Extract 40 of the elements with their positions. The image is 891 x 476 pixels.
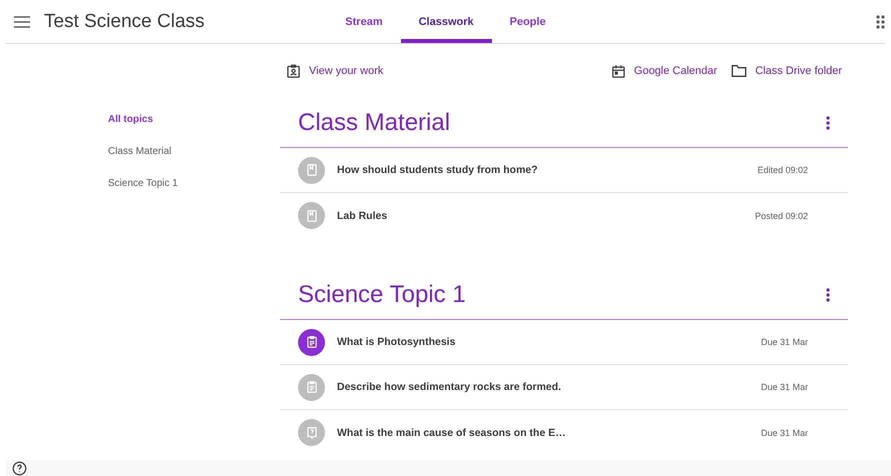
item-title: Lab Rules [337, 210, 388, 222]
more-options-icon[interactable] [826, 288, 830, 302]
topic-link[interactable]: All topics [108, 114, 280, 125]
item-date: Posted 09:02 [754, 210, 808, 220]
bookmark-page-icon [304, 163, 318, 177]
topic-title: Science Topic 1 [298, 280, 466, 308]
view-work-link[interactable]: View your work [286, 64, 384, 78]
badge-person-icon [286, 64, 301, 78]
item-date: Due 31 Mar [760, 428, 808, 438]
item-date: Due 31 Mar [760, 337, 808, 347]
calendar-link[interactable]: Google Calendar [611, 64, 718, 78]
topic-link[interactable]: Class Material [108, 146, 280, 157]
topic-link[interactable]: Science Topic 1 [108, 178, 280, 189]
item-date: Edited 09:02 [757, 165, 808, 175]
clipboard-icon [304, 380, 318, 394]
item-title: What is the main cause of seasons on the E… [337, 426, 567, 438]
apps-grid-icon[interactable] [876, 14, 885, 28]
item-title: How should students study from home? [337, 164, 539, 176]
classwork-item[interactable]: Describe how sedimentary rocks are formed. Due 31 Mar [280, 365, 848, 410]
folder-icon [731, 64, 748, 78]
calendar-icon [611, 64, 626, 78]
classwork-item[interactable]: What is the main cause of seasons on the E… Due 31 Mar [280, 410, 848, 455]
class-title: Test Science Class [44, 10, 205, 32]
classwork-item[interactable]: Lab Rules Posted 09:02 [280, 193, 848, 238]
nav-tab[interactable]: Stream [327, 0, 401, 43]
item-date: Due 31 Mar [760, 382, 808, 392]
more-options-icon[interactable] [826, 116, 830, 130]
clipboard-icon [304, 335, 318, 349]
bookmark-page-icon [304, 208, 318, 222]
item-title: Describe how sedimentary rocks are formed. [337, 381, 562, 393]
nav-tab[interactable]: People [492, 0, 564, 43]
topic-title: Class Material [298, 108, 450, 136]
classwork-item[interactable]: How should students study from home? Edited 09:02 [280, 148, 848, 193]
drive-folder-link[interactable]: Class Drive folder [731, 64, 842, 78]
menu-icon[interactable] [14, 16, 30, 28]
classwork-item[interactable]: What is Photosynthesis Due 31 Mar [280, 320, 848, 365]
item-title: What is Photosynthesis [337, 336, 456, 348]
help-icon[interactable] [12, 460, 27, 476]
question-icon [304, 426, 318, 440]
nav-tab[interactable]: Classwork [400, 0, 492, 43]
